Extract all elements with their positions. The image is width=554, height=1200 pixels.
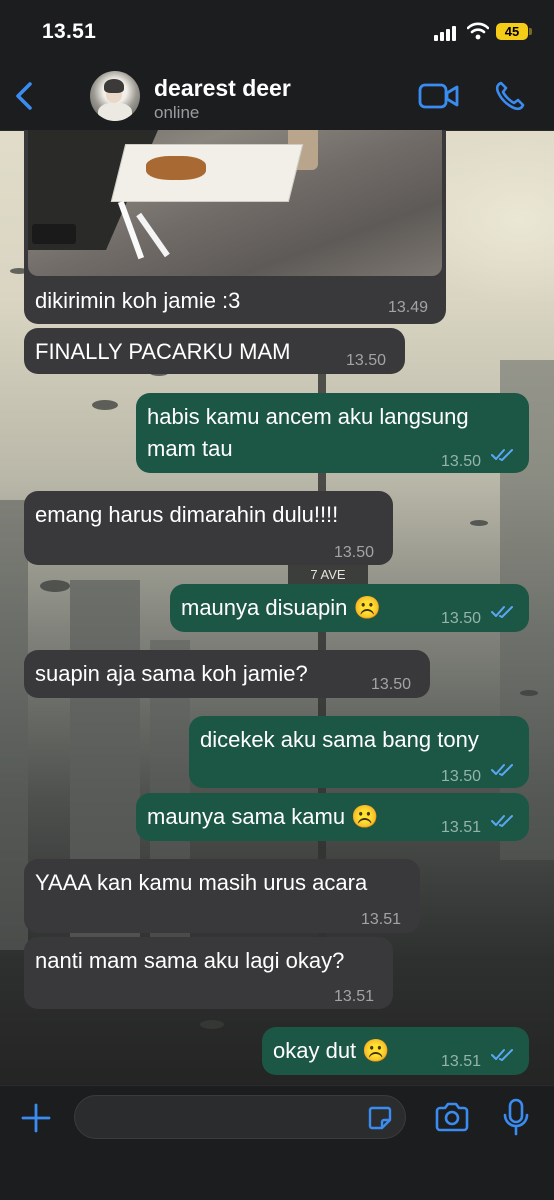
wifi-icon	[467, 22, 489, 40]
shared-photo[interactable]	[28, 130, 442, 276]
outgoing-message[interactable]: habis kamu ancem aku langsung mam tau 13…	[136, 393, 529, 473]
sticker-icon[interactable]	[366, 1104, 394, 1132]
message-time: 13.50	[371, 676, 412, 693]
message-time: 13.51	[441, 819, 482, 836]
message-text: suapin aja sama koh jamie?	[35, 661, 308, 686]
outgoing-message[interactable]: maunya sama kamu ☹️ 13.51	[136, 793, 529, 841]
message-time: 13.51	[361, 911, 402, 928]
incoming-message-photo[interactable]: dikirimin koh jamie :3 13.49	[24, 130, 446, 324]
outgoing-message[interactable]: dicekek aku sama bang tony 13.50	[189, 716, 529, 788]
incoming-message[interactable]: YAAA kan kamu masih urus acara 13.51	[24, 859, 420, 933]
microphone-icon[interactable]	[502, 1098, 530, 1136]
phone-icon[interactable]	[494, 80, 526, 112]
message-time: 13.50	[441, 453, 482, 470]
status-time: 13.51	[42, 20, 97, 43]
message-text: YAAA kan kamu masih urus acara	[35, 870, 368, 895]
message-time: 13.49	[388, 299, 429, 316]
battery-level: 45	[504, 24, 520, 39]
incoming-message[interactable]: nanti mam sama aku lagi okay? 13.51	[24, 937, 393, 1009]
outgoing-message[interactable]: okay dut ☹️ 13.51	[262, 1027, 529, 1075]
chat-header: dearest deer online	[0, 62, 554, 131]
message-input-bar	[0, 1085, 554, 1200]
message-input[interactable]	[74, 1095, 406, 1139]
message-text: maunya sama kamu ☹️	[147, 804, 379, 829]
message-time: 13.50	[346, 352, 387, 369]
incoming-message[interactable]: FINALLY PACARKU MAM 13.50	[24, 328, 405, 374]
contact-status: online	[154, 103, 200, 122]
double-check-icon	[491, 606, 513, 618]
contact-name[interactable]: dearest deer	[154, 75, 291, 102]
message-text-line2: mam tau	[147, 436, 233, 461]
message-text-line1: habis kamu ancem aku langsung	[147, 404, 469, 429]
message-text: maunya disuapin ☹️	[181, 595, 381, 620]
message-time: 13.51	[334, 988, 375, 1005]
camera-icon[interactable]	[434, 1102, 470, 1132]
photo-caption: dikirimin koh jamie :3 13.49	[24, 276, 446, 324]
double-check-icon	[491, 449, 513, 461]
contact-avatar[interactable]	[90, 71, 140, 121]
message-text: nanti mam sama aku lagi okay?	[35, 948, 345, 973]
battery-tip	[529, 28, 532, 35]
message-list[interactable]: dikirimin koh jamie :3 13.49 FINALLY PAC…	[0, 130, 554, 1085]
double-check-icon	[491, 815, 513, 827]
message-text: dicekek aku sama bang tony	[200, 727, 479, 752]
back-chevron-icon[interactable]	[8, 76, 42, 116]
double-check-icon	[491, 1049, 513, 1061]
message-time: 13.51	[441, 1053, 482, 1070]
message-text: emang harus dimarahin dulu!!!!	[35, 502, 339, 527]
status-bar: 13.51 45	[0, 0, 554, 62]
plus-icon[interactable]	[20, 1102, 52, 1134]
incoming-message[interactable]: suapin aja sama koh jamie? 13.50	[24, 650, 430, 698]
outgoing-message[interactable]: maunya disuapin ☹️ 13.50	[170, 584, 529, 632]
message-text: okay dut ☹️	[273, 1038, 390, 1063]
message-text: dikirimin koh jamie :3	[35, 288, 241, 313]
cellular-signal-icon	[434, 25, 460, 41]
double-check-icon	[491, 764, 513, 776]
message-text: FINALLY PACARKU MAM	[35, 339, 291, 364]
message-time: 13.50	[441, 610, 482, 627]
message-time: 13.50	[334, 544, 375, 561]
message-time: 13.50	[441, 768, 482, 785]
video-call-icon[interactable]	[418, 82, 460, 110]
incoming-message[interactable]: emang harus dimarahin dulu!!!! 13.50	[24, 491, 393, 565]
battery-indicator: 45	[496, 23, 528, 40]
